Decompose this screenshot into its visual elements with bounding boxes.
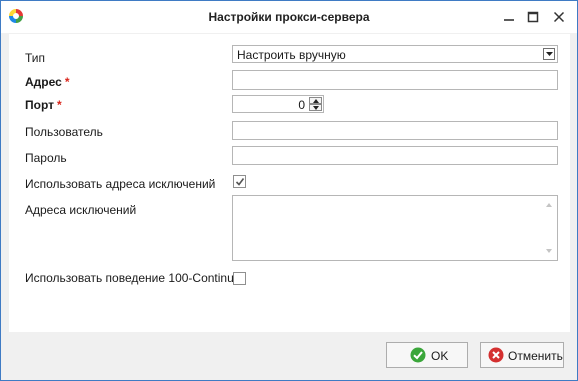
password-label: Пароль [25,151,67,165]
ok-button-label: OK [431,349,449,363]
port-value: 0 [298,98,305,112]
vertical-scrollbar[interactable] [541,196,557,260]
port-label-text: Порт [25,98,55,112]
continue-checkbox[interactable] [233,272,246,285]
scroll-down-icon [546,249,552,253]
type-combobox[interactable]: Настроить вручную [232,45,558,63]
ok-check-icon [410,347,426,366]
use-exceptions-checkbox[interactable] [233,175,246,188]
user-input[interactable] [232,121,558,140]
checkmark-icon [235,178,245,186]
maximize-button[interactable] [521,6,545,28]
exceptions-label: Адреса исключений [25,203,137,217]
exceptions-textarea[interactable] [232,195,558,261]
cancel-x-icon [488,347,504,366]
arrow-up-icon [312,99,319,103]
required-marker: * [64,75,70,89]
type-label: Тип [25,51,46,65]
type-combobox-value: Настроить вручную [237,48,346,62]
form-panel: Тип Настроить вручную Адрес * Порт * 0 П… [9,34,570,332]
scroll-up-icon [546,203,552,207]
address-label-text: Адрес [25,75,62,89]
dropdown-arrow-icon[interactable] [543,48,555,60]
port-stepper[interactable]: 0 [232,95,324,113]
minimize-icon [504,19,514,21]
close-button[interactable] [547,6,571,28]
user-label: Пользователь [25,125,103,139]
ok-button[interactable]: OK [386,342,468,368]
port-spin-buttons [309,97,322,111]
spin-down-button[interactable] [309,104,322,111]
use-exceptions-label: Использовать адреса исключений [25,177,216,191]
maximize-icon [527,11,539,23]
cancel-button-label: Отменить [508,349,563,363]
window-title: Настройки прокси-сервера [208,10,370,24]
password-input[interactable] [232,146,558,165]
minimize-button[interactable] [497,6,521,28]
required-marker: * [57,98,62,112]
dialog-footer: OK Отменить [1,333,577,380]
cancel-button[interactable]: Отменить [480,342,564,368]
proxy-settings-dialog: Настройки прокси-сервера Тип Настроить в… [0,0,578,381]
close-icon [553,11,565,23]
address-input[interactable] [232,70,558,90]
port-label: Порт * [25,98,62,112]
address-label: Адрес * [25,75,69,89]
continue-label: Использовать поведение 100-Continue [25,271,241,285]
arrow-down-icon [312,106,319,110]
title-bar: Настройки прокси-сервера [1,1,577,33]
spin-up-button[interactable] [309,97,322,104]
